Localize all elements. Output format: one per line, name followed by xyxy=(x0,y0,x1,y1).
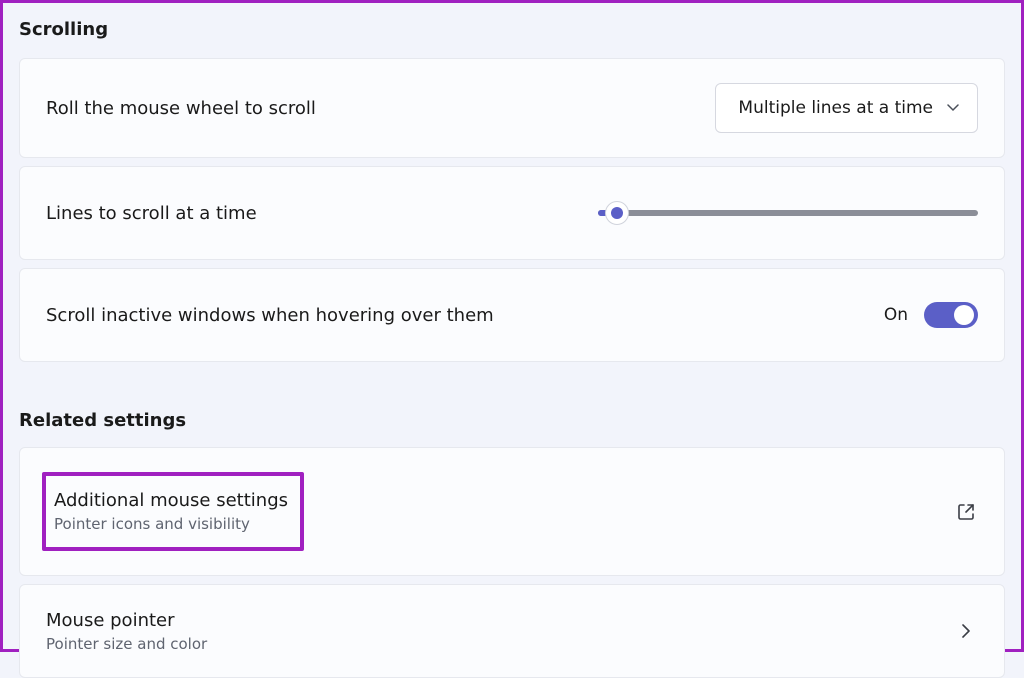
roll-wheel-dropdown[interactable]: Multiple lines at a time xyxy=(715,83,978,133)
slider-track xyxy=(598,210,978,216)
external-link-icon xyxy=(954,500,978,524)
chevron-down-icon xyxy=(947,102,959,114)
lines-scroll-label: Lines to scroll at a time xyxy=(46,203,257,224)
additional-subtitle: Pointer icons and visibility xyxy=(54,515,288,533)
inactive-windows-state-text: On xyxy=(884,305,908,325)
highlight-annotation: Additional mouse settings Pointer icons … xyxy=(42,472,304,551)
roll-wheel-dropdown-value: Multiple lines at a time xyxy=(738,98,933,118)
additional-title: Additional mouse settings xyxy=(54,490,288,511)
section-title-scrolling: Scrolling xyxy=(19,19,1005,40)
slider-thumb[interactable] xyxy=(605,201,629,225)
inactive-windows-label: Scroll inactive windows when hovering ov… xyxy=(46,305,494,326)
setting-lines-scroll: Lines to scroll at a time xyxy=(19,166,1005,260)
link-mouse-pointer[interactable]: Mouse pointer Pointer size and color xyxy=(19,584,1005,678)
link-additional-mouse-settings[interactable]: Additional mouse settings Pointer icons … xyxy=(19,447,1005,576)
roll-wheel-label: Roll the mouse wheel to scroll xyxy=(46,98,316,119)
pointer-subtitle: Pointer size and color xyxy=(46,635,207,653)
setting-inactive-windows: Scroll inactive windows when hovering ov… xyxy=(19,268,1005,362)
pointer-title: Mouse pointer xyxy=(46,610,207,631)
setting-roll-wheel: Roll the mouse wheel to scroll Multiple … xyxy=(19,58,1005,158)
toggle-knob xyxy=(954,305,974,325)
section-title-related: Related settings xyxy=(19,410,1005,431)
chevron-right-icon xyxy=(954,619,978,643)
inactive-windows-toggle[interactable] xyxy=(924,302,978,328)
lines-scroll-slider[interactable] xyxy=(598,210,978,216)
